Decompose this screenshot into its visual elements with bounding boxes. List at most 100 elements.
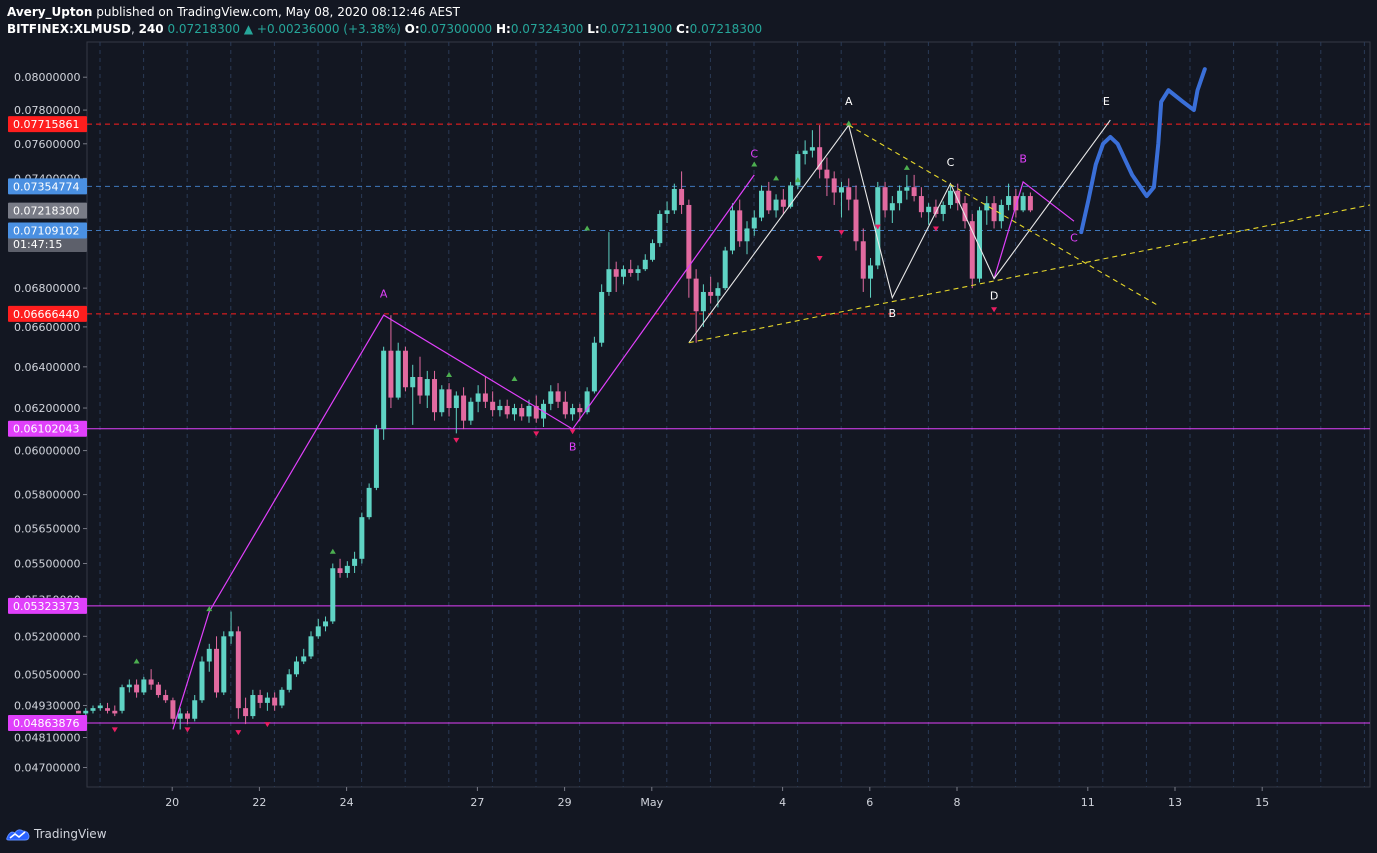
y-tick-label: 0.04930000: [14, 700, 80, 713]
candle-body: [947, 190, 953, 205]
candle-body: [664, 210, 670, 214]
candle-body: [221, 636, 227, 693]
y-tick-label: 0.05050000: [14, 668, 80, 681]
candle-body: [112, 710, 118, 714]
candle-body: [301, 656, 307, 662]
x-tick-label: 15: [1255, 796, 1269, 809]
candle-body: [737, 210, 743, 242]
candle-body: [700, 291, 706, 312]
candle-body: [105, 708, 111, 711]
candle-body: [214, 648, 220, 693]
candle-body: [904, 187, 910, 191]
price-label-text: 01:47:15: [13, 238, 62, 251]
candle-body: [155, 684, 161, 696]
y-tick-label: 0.06200000: [14, 402, 80, 415]
candle-body: [75, 710, 81, 714]
candle-body: [642, 259, 648, 270]
candle-body: [918, 196, 924, 213]
candle-body: [134, 684, 140, 693]
candle-body: [780, 199, 786, 207]
candle-body: [1020, 196, 1026, 211]
candle-body: [846, 187, 852, 200]
open-label: O:: [404, 22, 420, 36]
candle-body: [991, 203, 997, 222]
candle-body: [548, 391, 554, 404]
candle-body: [889, 203, 895, 211]
x-tick-label: 27: [470, 796, 484, 809]
candle-body: [446, 389, 452, 409]
candle-body: [439, 389, 445, 413]
symbol-sep: ,: [130, 22, 139, 36]
y-tick-label: 0.06000000: [14, 445, 80, 458]
x-tick-label: May: [640, 796, 663, 809]
candle-body: [969, 221, 975, 279]
candle-body: [90, 708, 96, 711]
price-chart[interactable]: 0.080000000.078000000.076000000.07400000…: [0, 0, 1377, 853]
y-tick-label: 0.06600000: [14, 321, 80, 334]
candle-body: [773, 199, 779, 211]
candle-body: [344, 565, 350, 573]
x-tick-label: 24: [340, 796, 354, 809]
candle-body: [715, 288, 721, 296]
candle-body: [679, 188, 685, 205]
price-change: +0.00236000 (+3.38%): [256, 22, 401, 36]
candle-body: [323, 621, 329, 627]
candle-body: [453, 395, 459, 409]
candle-body: [1027, 196, 1033, 211]
wave-label: A: [845, 95, 853, 108]
candle-body: [410, 377, 416, 388]
x-tick-label: 8: [954, 796, 961, 809]
candle-body: [388, 350, 394, 398]
y-tick-label: 0.04700000: [14, 762, 80, 775]
wave-label: A: [380, 288, 388, 301]
candle-body: [809, 147, 815, 151]
tradingview-logo-icon[interactable]: [6, 826, 30, 842]
candle-body: [628, 269, 634, 273]
candle-body: [381, 350, 387, 430]
wave-label: B: [569, 441, 577, 454]
price-label-text: 0.07109102: [13, 224, 79, 237]
high-value: 0.07324300: [510, 22, 584, 36]
wave-label: B: [889, 307, 897, 320]
candle-body: [759, 190, 765, 218]
wave-label: C: [947, 156, 955, 169]
wave-label: E: [1103, 95, 1110, 108]
candle-body: [671, 188, 677, 211]
candle-body: [650, 243, 656, 260]
candle-body: [766, 190, 772, 211]
price-label-text: 0.07218300: [13, 205, 79, 218]
y-tick-label: 0.05500000: [14, 558, 80, 571]
candle-body: [1006, 196, 1012, 205]
x-tick-label: 29: [558, 796, 572, 809]
y-tick-label: 0.06800000: [14, 282, 80, 295]
candle-body: [279, 689, 285, 706]
candle-body: [170, 700, 176, 719]
candle-body: [482, 393, 488, 402]
candle-body: [751, 217, 757, 229]
candle-body: [504, 405, 510, 415]
candle-body: [264, 697, 270, 703]
x-tick-label: 13: [1168, 796, 1182, 809]
price-label-text: 0.06666440: [13, 308, 79, 321]
candle-body: [235, 631, 241, 709]
tradingview-brand[interactable]: TradingView: [34, 827, 107, 841]
wave-label: D: [990, 290, 998, 303]
candle-body: [359, 517, 365, 559]
candle-body: [337, 568, 343, 573]
candle-body: [141, 679, 147, 693]
wave-label: C: [750, 148, 758, 161]
candle-body: [911, 187, 917, 197]
candle-body: [511, 408, 517, 415]
low-label: L:: [587, 22, 600, 36]
chart-header: Avery_Upton published on TradingView.com…: [0, 0, 1377, 40]
low-value: 0.07211900: [599, 22, 673, 36]
candle-body: [497, 405, 503, 411]
candle-body: [293, 661, 299, 675]
author-name[interactable]: Avery_Upton: [7, 5, 92, 19]
candle-body: [315, 626, 321, 637]
x-tick-label: 20: [165, 796, 179, 809]
wave-label: B: [1019, 153, 1027, 166]
footer: TradingView: [0, 815, 1377, 853]
published-text: published on TradingView.com, May 08, 20…: [96, 5, 460, 19]
candle-body: [853, 199, 859, 242]
